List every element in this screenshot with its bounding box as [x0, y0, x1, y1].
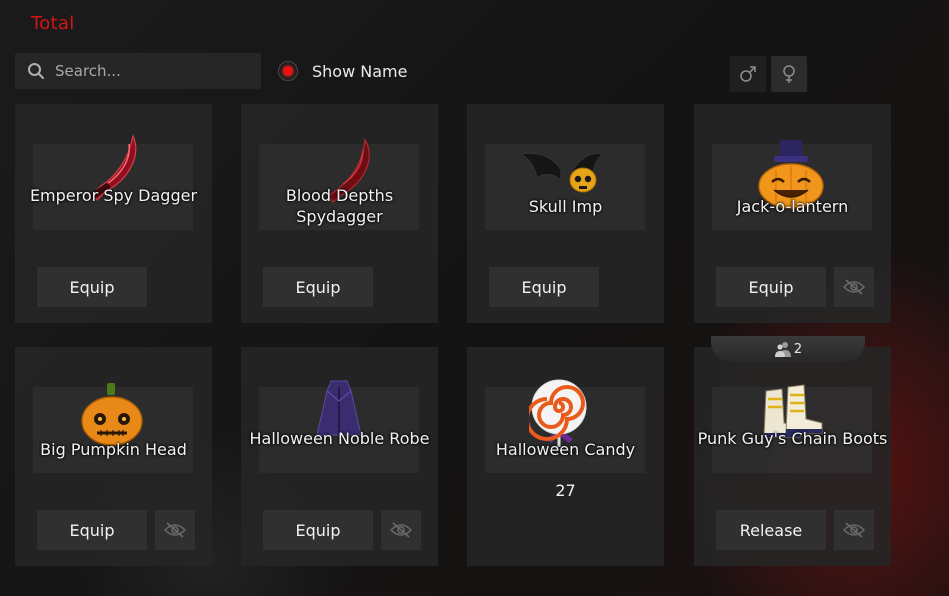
owner-count-badge: 2: [711, 336, 865, 362]
item-card-punk-guys-chain-boots[interactable]: Punk Guy's Chain Boots Release: [694, 347, 891, 566]
show-name-toggle[interactable]: Show Name: [278, 59, 407, 83]
female-filter-button[interactable]: [771, 56, 807, 92]
item-card-jack-o-lantern[interactable]: Jack-o-lantern Equip: [694, 104, 891, 323]
eye-slash-icon: [164, 522, 186, 538]
eye-slash-icon: [390, 522, 412, 538]
hide-button[interactable]: [834, 267, 874, 307]
item-name: Big Pumpkin Head: [40, 440, 187, 459]
item-name: Skull Imp: [528, 197, 603, 216]
eye-slash-icon: [843, 522, 865, 538]
item-name: Halloween Candy: [495, 440, 636, 459]
item-card-halloween-candy[interactable]: Halloween Candy 27: [467, 347, 664, 566]
equip-button[interactable]: Equip: [489, 267, 599, 307]
search-input[interactable]: [53, 61, 247, 81]
search-icon: [28, 63, 44, 79]
owner-count: 2: [793, 341, 803, 357]
item-quantity: 27: [555, 481, 576, 500]
show-name-radio[interactable]: [278, 61, 298, 81]
item-card-emperor-spy-dagger[interactable]: Emperor Spy Dagger Equip: [15, 104, 212, 323]
item-card-skull-imp[interactable]: Skull Imp Equip: [467, 104, 664, 323]
equip-button[interactable]: Equip: [263, 267, 373, 307]
release-button[interactable]: Release: [716, 510, 826, 550]
users-icon: [774, 342, 791, 357]
female-icon: [783, 65, 795, 83]
item-name: Halloween Noble Robe: [249, 429, 430, 448]
male-icon: [740, 66, 756, 82]
item-card-blood-depths-spydagger[interactable]: Blood Depths Spydagger Equip: [241, 104, 438, 323]
show-name-label: Show Name: [312, 61, 408, 81]
item-name: Emperor Spy Dagger: [29, 186, 198, 205]
item-name: Blood Depths Spydagger: [285, 186, 394, 226]
page-title: Total: [31, 13, 75, 34]
item-name: Punk Guy's Chain Boots: [697, 429, 888, 448]
equip-button[interactable]: Equip: [37, 510, 147, 550]
hide-button[interactable]: [381, 510, 421, 550]
item-card-big-pumpkin-head[interactable]: Big Pumpkin Head Equip: [15, 347, 212, 566]
skull-imp-icon: [521, 152, 605, 193]
eye-slash-icon: [843, 279, 865, 295]
equip-button[interactable]: Equip: [263, 510, 373, 550]
pumpkin-head-icon: [81, 383, 143, 446]
hide-button[interactable]: [155, 510, 195, 550]
male-filter-button[interactable]: [730, 56, 766, 92]
search-box[interactable]: [15, 53, 261, 89]
hide-button[interactable]: [834, 510, 874, 550]
item-card-halloween-noble-robe[interactable]: Halloween Noble Robe Equip: [241, 347, 438, 566]
equip-button[interactable]: Equip: [37, 267, 147, 307]
equip-button[interactable]: Equip: [716, 267, 826, 307]
item-name: Jack-o-lantern: [736, 197, 849, 216]
